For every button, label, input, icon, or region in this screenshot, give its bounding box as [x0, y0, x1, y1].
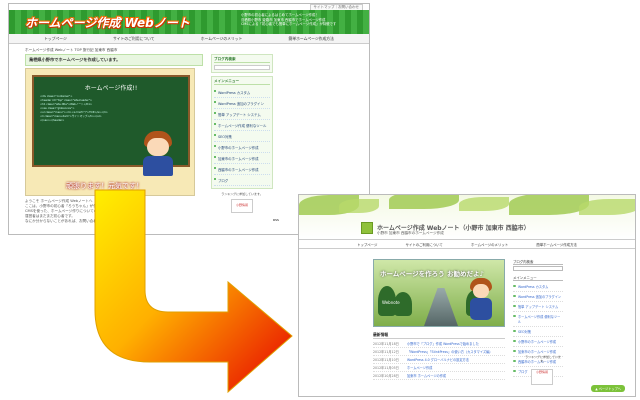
sidebar-item[interactable]: ブログ [214, 175, 270, 186]
global-nav: トップページ サイトのご利用について ホームページのメリット 簡単ホームページ作… [299, 239, 635, 249]
sidebar-menu: メインメニュー WordPress カスタム WordPress 追加のプラグイ… [211, 76, 273, 189]
intro-line: なにか分からないことがあれば、お問い合わせからお気軽にどうぞ [25, 219, 133, 223]
page-top-button[interactable]: ▲ ページトップへ [591, 385, 625, 392]
sidebar-item[interactable]: 西脇市のホームページ作成 [214, 164, 270, 175]
header-info-line: CMSによる「初心者でも簡単にホームページ作成」が特徴です [241, 22, 337, 27]
hero-banner: ホームページを作ろう お勧めだよ♪ Webnote [373, 259, 505, 327]
post-date: 2012年11月18日 [373, 342, 399, 346]
comparison-stage: サイトマップ｜お問い合わせ ホームページ作成 Webノート 小野市の初心者による… [0, 0, 640, 400]
slogan-text: 頑張ります！元気です！ [66, 182, 143, 190]
nav-item-top[interactable]: トップページ [357, 242, 377, 247]
side-note: ランキングに参加しています。 [221, 192, 263, 196]
sidebar-search-label: ブログ内検索 [214, 57, 270, 63]
intro-paragraph: ようこそ ホームページ作成 Webノートへ ここは、小野市の初心者「ろうちゃん」… [25, 199, 203, 224]
post-list: 2012年11月18日 小野市で「ブログ」作成 WordPressで始めました 2… [373, 340, 505, 380]
section-title: 最新情報 [373, 332, 505, 339]
post-date: 2012年11月12日 [373, 350, 399, 354]
rss-link[interactable]: RSS [273, 218, 279, 222]
list-item[interactable]: 2012年11月10日 WordPress 4.0 グローバルナビの設定方法 [373, 356, 505, 364]
search-input[interactable] [214, 65, 270, 70]
nav-item-howto[interactable]: 簡単ホームページ作成方法 [536, 242, 577, 247]
sidebar-item[interactable]: WordPress 追加のプラグイン [214, 98, 270, 109]
sidebar-item[interactable]: 簡単 アップデート システム [214, 109, 270, 120]
side-badge[interactable]: 小野情報 [531, 369, 553, 385]
sidebar-item[interactable]: 加東市のホームページ作成 [214, 153, 270, 164]
code-line: </nav></header> [40, 119, 65, 122]
sidebar-item[interactable]: SEO対策 [513, 327, 563, 337]
post-title[interactable]: ホームページ作成 [407, 365, 505, 370]
sidebar-search-box: ブログ内検索 [211, 54, 273, 73]
sidebar-menu-head: メインメニュー [513, 275, 563, 281]
sidebar-item[interactable]: WordPress カスタム [513, 282, 563, 292]
nav-item-about[interactable]: サイトのご利用について [406, 242, 443, 247]
boy-character-illustration [140, 131, 176, 177]
nav-item-about[interactable]: サイトのご利用について [113, 36, 155, 42]
main-content: 鳥栖県小野市でホームページを作成しています。 ホームページ作成!! <div c… [25, 54, 203, 224]
list-item[interactable]: 2012年10月28日 加東市 ホームページの作成 [373, 372, 505, 380]
sidebar: ブログ内検索 メインメニュー WordPress カスタム WordPress … [211, 54, 273, 215]
sidebar-item[interactable]: ホームページ作成 便利なツール [214, 120, 270, 131]
banner-badge: Webnote [382, 300, 400, 305]
list-item[interactable]: 2012年11月18日 小野市で「ブログ」作成 WordPressで始めました [373, 340, 505, 348]
post-title[interactable]: 加東市 ホームページの作成 [407, 373, 505, 378]
nav-item-merit[interactable]: ホームページのメリット [201, 36, 243, 42]
main-title: 鳥栖県小野市でホームページを作成しています。 [25, 54, 203, 66]
list-item[interactable]: 2012年11月05日 ホームページ作成 [373, 364, 505, 372]
sidebar-item[interactable]: ホームページ作成 便利なツール [513, 312, 563, 327]
site-logo[interactable]: ホームページ作成 Webノート [25, 14, 190, 31]
sidebar-item[interactable]: WordPress 追加のプラグイン [513, 292, 563, 302]
site-subtitle: 小野市 加東市 西脇市のホームページ作成 [377, 231, 444, 235]
list-item[interactable]: 2012年11月12日 「WordPress」「StinkPress」の使い方（カ… [373, 348, 505, 356]
sidebar-search-label: ブログ内検索 [513, 259, 563, 265]
nav-item-merit[interactable]: ホームページのメリット [471, 242, 508, 247]
banner-title: ホームページを作ろう お勧めだよ♪ [380, 270, 484, 278]
post-title[interactable]: WordPress 4.0 グローバルナビの設定方法 [407, 357, 505, 362]
nav-item-howto[interactable]: 簡単ホームページ作成方法 [289, 36, 334, 42]
sidebar-item[interactable]: WordPress カスタム [214, 87, 270, 98]
chalkboard-code: <div class="container"> <header id="top"… [40, 95, 182, 123]
chalkboard-title: ホームページ作成!! [84, 85, 138, 92]
header-info: 小野市の初心者によるはじめてホームページ作成！ 鳥栖県小野市 姫路市 加東市 西… [241, 13, 361, 27]
site-header: ホームページ作成 Webノート 小野市の初心者によるはじめてホームページ作成！ … [9, 10, 369, 34]
post-date: 2012年11月05日 [373, 366, 399, 370]
chalkboard-image: ホームページ作成!! <div class="container"> <head… [25, 68, 195, 196]
post-date: 2012年10月28日 [373, 374, 399, 378]
side-note: ランキングに参加しています。 [525, 355, 561, 363]
side-badge[interactable]: 小野情報 [231, 199, 253, 213]
sidebar-item[interactable]: 簡単 アップデート システム [513, 302, 563, 312]
new-site-screenshot: ホームページ作成 Webノート（小野市 加東市 西脇市） 小野市 加東市 西脇市… [298, 194, 636, 397]
site-logo-icon [361, 222, 373, 234]
global-nav: トップページ サイトのご利用について ホームページのメリット 簡単ホームページ作… [9, 34, 369, 44]
post-date: 2012年11月10日 [373, 358, 399, 362]
site-header: ホームページ作成 Webノート（小野市 加東市 西脇市） 小野市 加東市 西脇市… [299, 195, 635, 239]
sidebar-item[interactable]: 小野市のホームページ作成 [513, 337, 563, 347]
post-title[interactable]: 「WordPress」「StinkPress」の使い方（カスタマイズ編） [407, 349, 505, 354]
sidebar-item[interactable]: 小野市のホームページ作成 [214, 142, 270, 153]
post-title[interactable]: 小野市で「ブログ」作成 WordPressで始めました [407, 341, 505, 346]
search-input[interactable] [513, 266, 563, 271]
nav-item-top[interactable]: トップページ [44, 36, 67, 42]
boy-character-illustration [468, 278, 494, 324]
sidebar-item[interactable]: SEO対策 [214, 131, 270, 142]
sidebar-menu-head: メインメニュー [214, 79, 270, 85]
